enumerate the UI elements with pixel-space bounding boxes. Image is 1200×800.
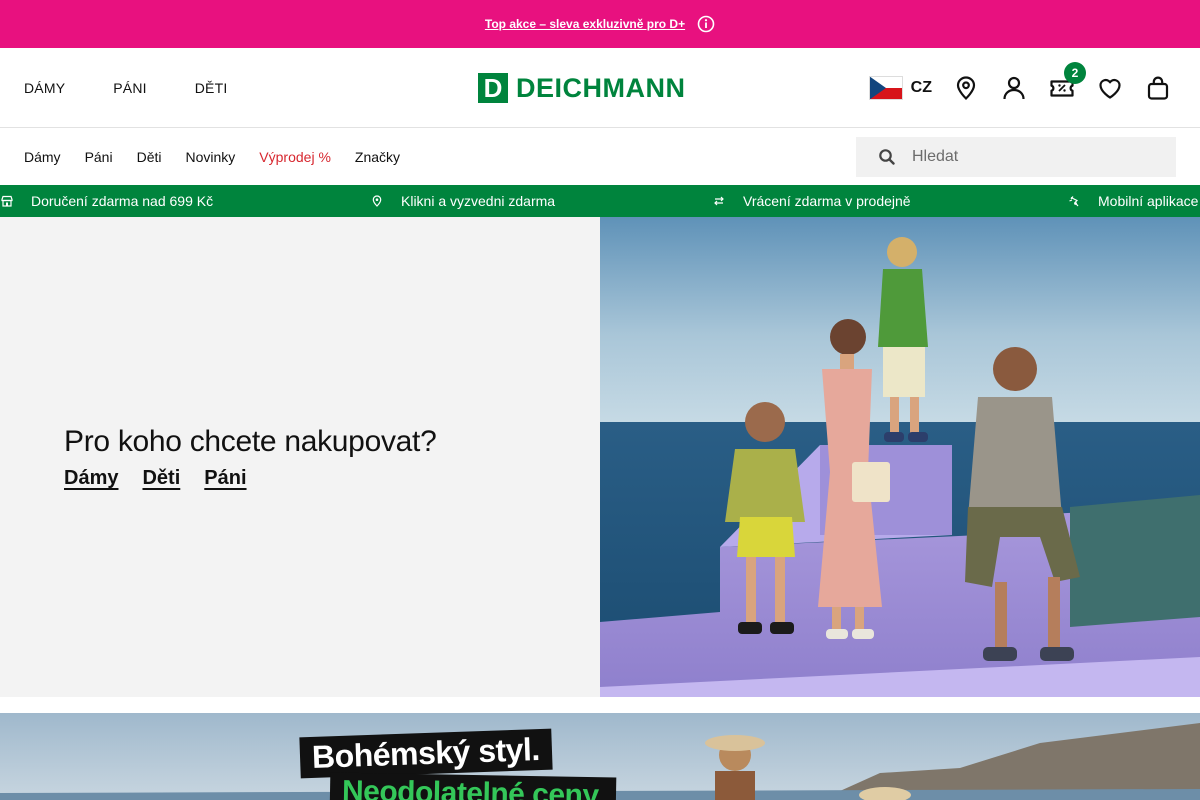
hero-title: Pro koho chcete nakupovat? [64, 425, 437, 458]
category-new[interactable]: Novinky [186, 149, 236, 165]
location-pin-icon [372, 195, 382, 207]
user-icon[interactable] [1000, 74, 1028, 102]
wallet-coupon-icon[interactable]: 2 [1048, 62, 1086, 102]
wallet-badge: 2 [1064, 62, 1086, 84]
hero-link-women[interactable]: Dámy [64, 467, 118, 490]
shopping-bag-icon[interactable] [1144, 74, 1172, 102]
gender-nav: DÁMY PÁNI DĚTI [24, 48, 227, 128]
category-women[interactable]: Dámy [24, 149, 61, 165]
usp-click-collect-label: Klikni a vyzvedni zdarma [401, 193, 556, 209]
usp-app[interactable]: Mobilní aplikace [1068, 185, 1198, 217]
category-nav: Dámy Páni Děti Novinky Výprodej % Značky [24, 129, 400, 185]
hero-family-photo [600, 217, 1200, 697]
promo-link[interactable]: Top akce – sleva exkluzivně pro D+ [485, 17, 685, 31]
country-code: CZ [910, 79, 932, 96]
logo-mark: D [478, 73, 508, 103]
search-box [856, 137, 1176, 177]
deichmann-logo[interactable]: D DEICHMANN [478, 73, 686, 103]
nav-kids[interactable]: DĚTI [195, 80, 228, 96]
hero-links: Dámy Děti Páni [64, 467, 247, 490]
czech-flag-icon [868, 76, 903, 100]
usp-delivery[interactable]: Doručení zdarma nad 699 Kč [1, 185, 213, 217]
hero-text-panel: Pro koho chcete nakupovat? Dámy Děti Pán… [0, 217, 600, 697]
nav-men[interactable]: PÁNI [113, 80, 146, 96]
country-selector[interactable]: CZ [868, 76, 932, 100]
info-icon[interactable] [697, 15, 715, 33]
promo-bar: Top akce – sleva exkluzivně pro D+ [0, 0, 1200, 48]
search-icon[interactable] [878, 148, 896, 166]
hero-image[interactable] [600, 217, 1200, 697]
usp-returns[interactable]: Vrácení zdarma v prodejně [713, 185, 911, 217]
category-kids[interactable]: Děti [137, 149, 162, 165]
hero-link-men[interactable]: Páni [204, 467, 246, 490]
nav-women[interactable]: DÁMY [24, 80, 65, 96]
search-input[interactable] [912, 148, 1162, 166]
usp-click-collect[interactable]: Klikni a vyzvedni zdarma [371, 185, 555, 217]
main-header: DÁMY PÁNI DĚTI D DEICHMANN CZ 2 [0, 48, 1200, 128]
location-pin-icon[interactable] [952, 74, 980, 102]
header-tools: CZ 2 [868, 48, 1172, 128]
app-icon [1069, 196, 1079, 207]
store-icon [1, 195, 13, 207]
hero-link-kids[interactable]: Děti [142, 467, 180, 490]
return-icon [714, 196, 724, 206]
banner-headline-1: Bohémský styl. [299, 728, 553, 779]
heart-icon[interactable] [1096, 74, 1124, 102]
usp-app-label: Mobilní aplikace [1098, 193, 1199, 209]
usp-returns-label: Vrácení zdarma v prodejně [743, 193, 911, 209]
usp-bar: Doručení zdarma nad 699 Kč Klikni a vyzv… [0, 185, 1200, 217]
category-brands[interactable]: Značky [355, 149, 400, 165]
usp-delivery-label: Doručení zdarma nad 699 Kč [31, 193, 214, 209]
logo-text: DEICHMANN [516, 73, 686, 103]
category-men[interactable]: Páni [85, 149, 113, 165]
boho-banner[interactable]: Bohémský styl. Neodolatelné ceny. [0, 713, 1200, 800]
banner-headline-2: Neodolatelné ceny. [329, 772, 617, 800]
category-bar: Dámy Páni Děti Novinky Výprodej % Značky [0, 129, 1200, 185]
category-sale[interactable]: Výprodej % [259, 149, 331, 165]
